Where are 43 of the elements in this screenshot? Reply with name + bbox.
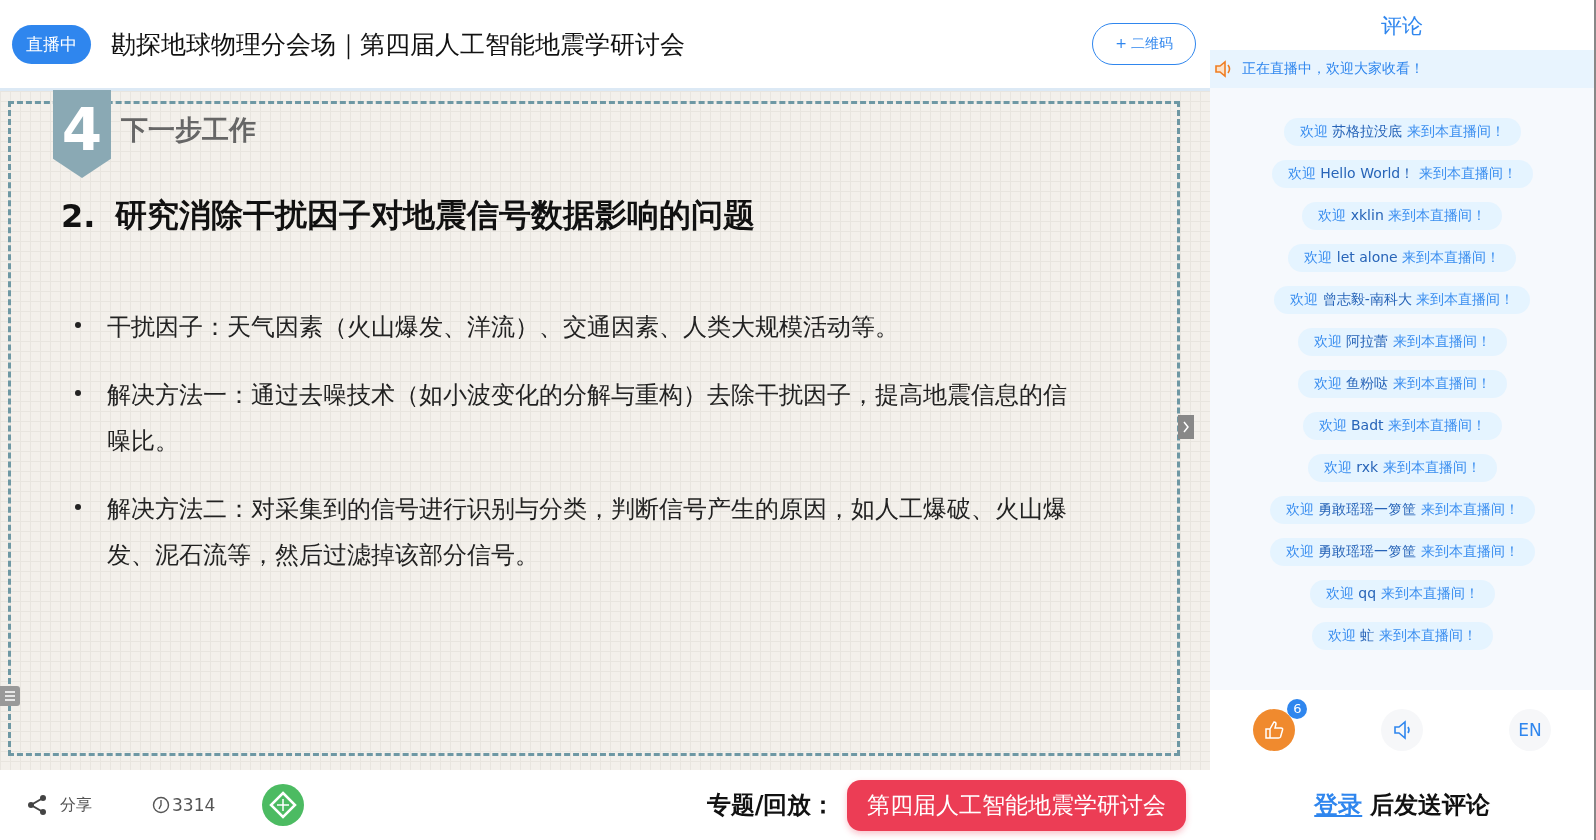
like-count-badge: 6	[1287, 699, 1308, 719]
section-title: 下一步工作	[121, 113, 256, 147]
expand-handle-icon[interactable]	[1178, 415, 1195, 439]
view-count: 3314	[172, 795, 216, 815]
bullet-text: 干扰因子：天气因素（火山爆发、洋流）、交通因素、人类大规模活动等。	[107, 312, 899, 343]
welcome-message: 欢迎 勇敢瑶瑶一箩筐 来到本直播间！	[1269, 538, 1535, 566]
live-badge: 直播中	[12, 24, 91, 64]
welcome-message: 欢迎 苏格拉没底 来到本直播间！	[1283, 118, 1521, 146]
welcome-message: 欢迎 勇敢瑶瑶一箩筐 来到本直播间！	[1269, 496, 1535, 524]
language-button[interactable]: EN	[1509, 709, 1552, 751]
bullet-icon	[75, 322, 81, 328]
welcome-message: 欢迎 qq 来到本直播间！	[1309, 580, 1495, 608]
share-icon[interactable]	[26, 794, 48, 816]
like-button[interactable]	[1253, 709, 1296, 751]
topic-button[interactable]: 第四届人工智能地震学研讨会	[847, 779, 1187, 831]
share-link[interactable]: 分享	[60, 794, 92, 816]
section-badge: 4	[53, 90, 111, 178]
stream-title: 勘探地球物理分会场｜第四届人工智能地震学研讨会	[111, 28, 686, 61]
welcome-message: 欢迎 rxk 来到本直播间！	[1307, 454, 1497, 482]
welcome-message: 欢迎 let alone 来到本直播间！	[1288, 244, 1517, 272]
welcome-message: 欢迎 Badt 来到本直播间！	[1302, 412, 1502, 440]
bullet-icon	[75, 390, 81, 396]
welcome-message: 欢迎 曾志毅-南科大 来到本直播间！	[1274, 286, 1531, 314]
heading-number: 2.	[61, 197, 96, 235]
notice-text: 正在直播中，欢迎大家收看！	[1242, 60, 1425, 78]
comments-tab[interactable]: 评论	[1210, 0, 1594, 50]
bullet-text: 解决方法二：对采集到的信号进行识别与分类，判断信号产生的原因，如人工爆破、火山爆发、泥石流等，然后过滤掉该部分信号。	[107, 494, 1068, 571]
slide-heading: 研究消除干扰因子对地震信号数据影响的问题	[115, 195, 756, 236]
login-hint: 后发送评论	[1370, 790, 1491, 821]
menu-handle-icon[interactable]	[0, 686, 20, 706]
login-link[interactable]: 登录	[1314, 789, 1363, 821]
volume-button[interactable]	[1381, 709, 1424, 751]
welcome-message: 欢迎 鱼粉哒 来到本直播间！	[1297, 370, 1507, 398]
clock-icon	[152, 796, 170, 814]
qr-code-button[interactable]: + 二维码	[1092, 23, 1197, 65]
bullet-text: 解决方法一：通过去噪技术（如小波变化的分解与重构）去除干扰因子，提高地震信息的信噪比。	[107, 380, 1068, 457]
welcome-message: 欢迎 xklin 来到本直播间！	[1302, 202, 1503, 230]
topic-label: 专题/回放：	[706, 790, 836, 821]
welcome-message: 欢迎 虻 来到本直播间！	[1311, 622, 1493, 650]
bullet-icon	[75, 504, 81, 510]
thumbs-up-icon	[1263, 719, 1286, 741]
welcome-message: 欢迎 Hello World！ 来到本直播间！	[1271, 160, 1533, 188]
welcome-message: 欢迎 阿拉蕾 来到本直播间！	[1297, 328, 1507, 356]
